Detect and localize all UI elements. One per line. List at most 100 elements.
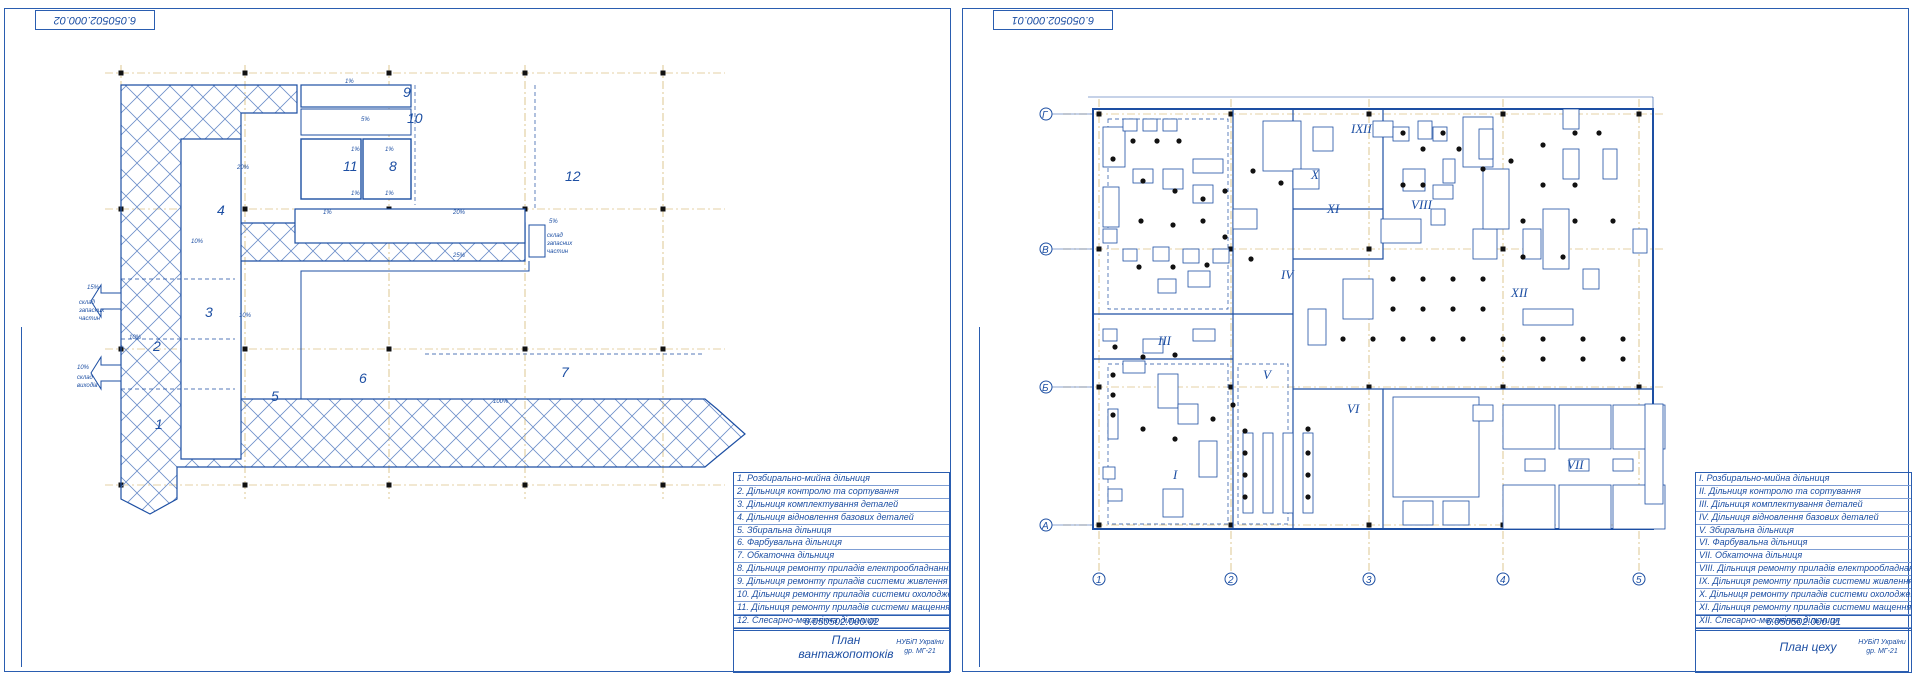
col-axis-label: 4 xyxy=(1500,575,1506,586)
slope-label: 1% xyxy=(351,191,360,197)
equipment-item xyxy=(1182,248,1200,264)
col-axis-label: 5 xyxy=(1636,575,1642,586)
equipment-item xyxy=(1107,488,1123,502)
machine-marker xyxy=(1112,344,1118,350)
machine-marker xyxy=(1420,182,1426,188)
equipment-item xyxy=(1558,404,1612,450)
legend-item: 3. Дільниця комплектування деталей xyxy=(734,499,949,512)
legend-item: 10. Дільниця ремонту приладів системи ох… xyxy=(734,589,949,602)
machine-marker xyxy=(1540,336,1546,342)
equipment-item xyxy=(1644,403,1664,505)
machine-marker xyxy=(1580,356,1586,362)
zone-label-6: 6 xyxy=(359,370,367,386)
machine-marker xyxy=(1520,218,1526,224)
equipment-item xyxy=(1157,373,1179,409)
equipment-item xyxy=(1478,128,1494,160)
machine-marker xyxy=(1154,138,1160,144)
legend-item: IX. Дільниця ремонту приладів системи жи… xyxy=(1696,576,1911,590)
machine-marker xyxy=(1250,168,1256,174)
zone-label-IV: IV xyxy=(1280,267,1295,282)
svg-text:частин: частин xyxy=(547,249,569,255)
legend-item: I. Розбирально-мийна дільниця xyxy=(1696,473,1911,486)
machine-marker xyxy=(1450,276,1456,282)
machine-marker xyxy=(1500,336,1506,342)
machine-marker xyxy=(1172,436,1178,442)
machine-marker xyxy=(1170,222,1176,228)
equipment-item xyxy=(1187,270,1211,288)
legend-item: 9. Дільниця ремонту приладів системи жив… xyxy=(734,576,949,590)
machine-marker xyxy=(1540,142,1546,148)
equipment-item xyxy=(1502,404,1556,450)
column-marker xyxy=(1366,522,1372,528)
machine-marker xyxy=(1110,392,1116,398)
machine-marker xyxy=(1110,372,1116,378)
equipment-item xyxy=(1192,158,1224,174)
equipment-item xyxy=(1472,228,1498,260)
machine-marker xyxy=(1110,156,1116,162)
legend-item: III. Дільниця комплектування деталей xyxy=(1696,499,1911,512)
machine-marker xyxy=(1136,264,1142,270)
machine-marker xyxy=(1242,450,1248,456)
column-marker xyxy=(660,482,666,488)
legend-item: 5. Збиральна дільниця xyxy=(734,525,949,538)
equipment-item xyxy=(1442,158,1456,184)
slope-label: 1% xyxy=(385,191,394,197)
machine-marker xyxy=(1430,336,1436,342)
zone-label-3: 3 xyxy=(205,304,213,320)
title-code: 6.050502.000.01 xyxy=(1696,616,1911,631)
legend-item: VI. Фарбувальна дільниця xyxy=(1696,537,1911,551)
column-marker xyxy=(1366,111,1372,117)
machine-marker xyxy=(1572,218,1578,224)
slope-label: 1% xyxy=(345,79,354,85)
machine-marker xyxy=(1420,276,1426,282)
slope-label: 10% xyxy=(239,313,252,319)
legend-table: 1. Розбирально-мийна дільниця 2. Дільниця… xyxy=(733,472,950,629)
equipment-item xyxy=(1192,328,1216,342)
column-marker xyxy=(522,482,528,488)
column-marker xyxy=(242,70,248,76)
machine-marker xyxy=(1500,356,1506,362)
equipment-item xyxy=(1417,120,1433,140)
machine-marker xyxy=(1420,306,1426,312)
equipment-item xyxy=(1307,308,1327,346)
column-marker xyxy=(386,346,392,352)
column-marker xyxy=(660,206,666,212)
slope-label: 10% xyxy=(191,239,204,245)
machine-marker xyxy=(1620,336,1626,342)
zone-label-XII: XII xyxy=(1510,285,1528,300)
machine-marker xyxy=(1572,182,1578,188)
legend-item: 11. Дільниця ремонту приладів системи ма… xyxy=(734,602,949,615)
equipment-item xyxy=(1612,458,1634,472)
column-marker xyxy=(1636,111,1642,117)
slope-label: 1% xyxy=(385,147,394,153)
zone-label-X: X xyxy=(1310,167,1320,182)
machine-marker xyxy=(1242,472,1248,478)
column-marker xyxy=(1366,246,1372,252)
equipment-item xyxy=(1558,484,1612,530)
machine-marker xyxy=(1370,336,1376,342)
equipment-item xyxy=(1522,228,1542,260)
machine-marker xyxy=(1278,180,1284,186)
zone-9 xyxy=(300,84,412,108)
column-marker xyxy=(660,346,666,352)
equipment-item xyxy=(1342,278,1374,320)
title-name: План цеху xyxy=(1779,640,1837,654)
slope-label: 20% xyxy=(236,165,250,171)
machine-marker xyxy=(1176,138,1182,144)
equipment-item xyxy=(1524,458,1546,472)
machine-marker xyxy=(1248,256,1254,262)
slope-label: 1% xyxy=(351,147,360,153)
legend-item: 4. Дільниця відновлення базових деталей xyxy=(734,512,949,525)
legend-table: I. Розбирально-мийна дільниця II. Дільниц… xyxy=(1695,472,1912,629)
svg-text:склад: склад xyxy=(77,375,94,381)
zone-label-IX: IX xyxy=(1350,121,1364,136)
machine-marker xyxy=(1242,494,1248,500)
col-axis-label: 1 xyxy=(1096,575,1102,586)
legend-item: X. Дільниця ремонту приладів системи охо… xyxy=(1696,589,1911,602)
zone-label-7: 7 xyxy=(561,364,570,380)
machine-marker xyxy=(1610,218,1616,224)
equipment-item xyxy=(1442,500,1470,526)
machine-marker xyxy=(1140,178,1146,184)
svg-text:частин: частин xyxy=(79,316,101,322)
drawing-sheet-workshop-plan: 6.050502.000.01 I II III IV V VI VII VIII IX X XI X… xyxy=(962,8,1912,673)
